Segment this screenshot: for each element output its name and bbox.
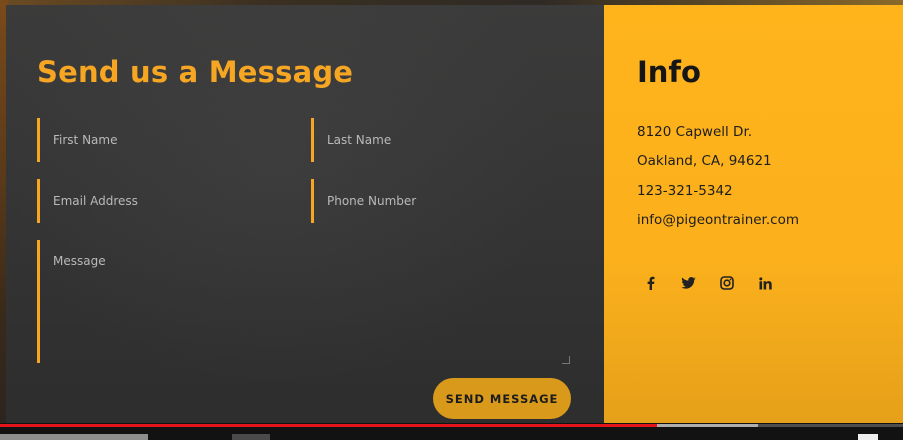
send-message-button[interactable]: SEND MESSAGE — [433, 378, 571, 419]
contact-form-panel: Send us a Message SEND MESSAGE — [6, 5, 604, 430]
resize-handle-icon[interactable] — [562, 356, 570, 364]
first-name-input[interactable] — [40, 118, 295, 162]
control-thumbnail — [858, 434, 878, 440]
twitter-icon[interactable] — [678, 273, 698, 293]
address-street: 8120 Capwell Dr. — [637, 124, 753, 140]
control-thumbnail — [232, 434, 270, 440]
message-textarea[interactable] — [40, 240, 569, 363]
last-name-field — [311, 118, 569, 162]
last-name-input[interactable] — [314, 118, 569, 162]
video-progress-played[interactable] — [0, 424, 657, 427]
instagram-icon[interactable] — [717, 273, 737, 293]
first-name-field — [37, 118, 295, 162]
phone-number: 123-321-5342 — [637, 183, 733, 199]
control-thumbnail — [0, 434, 148, 440]
email-input[interactable] — [40, 179, 295, 223]
form-title: Send us a Message — [37, 55, 354, 89]
linkedin-icon[interactable] — [755, 273, 775, 293]
facebook-icon[interactable] — [640, 273, 660, 293]
email-field — [37, 179, 295, 223]
phone-input[interactable] — [314, 179, 569, 223]
phone-field — [311, 179, 569, 223]
info-panel: Info 8120 Capwell Dr. Oakland, CA, 94621… — [604, 5, 903, 430]
email-address: info@pigeontrainer.com — [637, 212, 799, 228]
address-city: Oakland, CA, 94621 — [637, 153, 772, 169]
info-title: Info — [637, 55, 701, 89]
message-field — [37, 240, 570, 364]
